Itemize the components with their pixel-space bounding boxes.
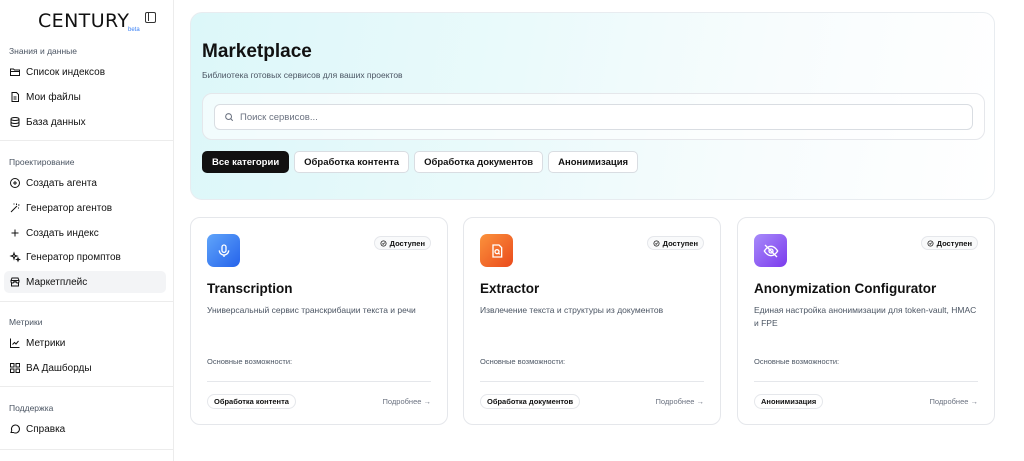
card-title: Transcription (207, 281, 293, 296)
details-link[interactable]: Подробнее → (930, 397, 978, 406)
service-card-anonymization[interactable]: Доступен Anonymization Configurator Един… (737, 217, 995, 425)
divider (0, 140, 174, 141)
sidebar-item-label: Маркетплейс (26, 276, 88, 288)
chart-line-icon (9, 337, 21, 349)
page-subtitle: Библиотека готовых сервисов для ваших пр… (202, 70, 403, 80)
dashboard-icon (9, 362, 21, 374)
card-description: Извлечение текста и структуры из докумен… (480, 305, 664, 315)
status-badge: Доступен (646, 236, 704, 250)
card-title: Extractor (480, 281, 540, 296)
status-label: Доступен (936, 238, 972, 248)
marketplace-hero: Marketplace Библиотека готовых сервисов … (190, 12, 995, 200)
category-tag: Анонимизация (754, 394, 824, 409)
card-title: Anonymization Configurator (754, 281, 937, 296)
plus-icon (9, 227, 21, 239)
search-icon (225, 113, 234, 122)
sidebar-toggle-icon[interactable] (145, 12, 156, 23)
sidebar: CENTURY beta Знания и данные Список инде… (0, 0, 174, 461)
sparkles-icon (9, 251, 21, 263)
brand-logo[interactable]: CENTURY beta (38, 10, 140, 34)
sidebar-item-database[interactable]: База данных (4, 111, 166, 133)
wand-icon (9, 202, 21, 214)
card-features-label: Основные возможности: (480, 357, 566, 366)
page-title: Marketplace (202, 41, 312, 62)
check-circle-icon (653, 240, 660, 246)
category-content-processing[interactable]: Обработка контента (294, 151, 410, 173)
group-label-knowledge: Знания и данные (9, 46, 77, 56)
status-badge: Доступен (373, 236, 431, 250)
sidebar-item-label: Создать агента (26, 177, 97, 189)
sidebar-item-label: Мои файлы (26, 91, 81, 103)
card-features-label: Основные возможности: (754, 357, 840, 366)
details-link[interactable]: Подробнее → (383, 397, 431, 406)
microphone-icon (207, 234, 240, 267)
database-icon (9, 116, 21, 128)
sidebar-item-metrics[interactable]: Метрики (4, 332, 166, 354)
sidebar-item-marketplace[interactable]: Маркетплейс (4, 271, 166, 293)
group-label-support: Поддержка (9, 403, 54, 413)
folder-icon (9, 66, 21, 78)
divider (207, 381, 431, 382)
sidebar-item-agent-generator[interactable]: Генератор агентов (4, 197, 166, 219)
card-description: Универсальный сервис транскрибации текст… (207, 305, 416, 315)
sidebar-item-index-list[interactable]: Список индексов (4, 61, 166, 83)
help-chat-icon (9, 423, 21, 435)
sidebar-item-help[interactable]: Справка (4, 418, 166, 440)
divider (0, 449, 174, 450)
sidebar-item-label: Справка (26, 423, 66, 435)
sidebar-item-label: База данных (26, 116, 86, 128)
status-label: Доступен (662, 238, 698, 248)
sidebar-item-label: BA Дашборды (26, 362, 92, 374)
sidebar-item-label: Метрики (26, 337, 66, 349)
category-anonymization[interactable]: Анонимизация (548, 151, 639, 173)
service-card-extractor[interactable]: Доступен Extractor Извлечение текста и с… (463, 217, 721, 425)
search-input[interactable] (240, 111, 940, 123)
sidebar-item-create-agent[interactable]: Создать агента (4, 172, 166, 194)
sidebar-item-label: Генератор промптов (26, 251, 121, 263)
category-tag: Обработка документов (480, 394, 581, 409)
file-icon (9, 91, 21, 103)
sidebar-item-prompt-generator[interactable]: Генератор промптов (4, 246, 166, 268)
status-label: Доступен (389, 238, 425, 248)
sidebar-item-my-files[interactable]: Мои файлы (4, 86, 166, 108)
check-circle-icon (380, 240, 387, 246)
service-card-transcription[interactable]: Доступен Transcription Универсальный сер… (190, 217, 448, 425)
plus-circle-icon (9, 177, 21, 189)
search-box[interactable] (214, 104, 973, 130)
group-label-metrics: Метрики (9, 317, 43, 327)
search-panel (202, 93, 985, 140)
status-badge: Доступен (920, 236, 978, 250)
category-filters: Все категории Обработка контента Обработ… (202, 151, 639, 173)
divider (754, 381, 978, 382)
beta-badge: beta (128, 27, 140, 33)
eye-off-icon (754, 234, 787, 267)
details-link[interactable]: Подробнее → (656, 397, 704, 406)
sidebar-item-label: Список индексов (26, 66, 106, 78)
store-icon (9, 276, 21, 288)
check-circle-icon (927, 240, 934, 246)
file-search-icon (480, 234, 513, 267)
divider (0, 301, 174, 302)
divider (0, 386, 174, 387)
group-label-design: Проектирование (9, 157, 75, 167)
sidebar-item-label: Создать индекс (26, 227, 99, 239)
divider (480, 381, 704, 382)
category-tag: Обработка контента (207, 394, 296, 409)
category-all[interactable]: Все категории (202, 151, 290, 173)
sidebar-item-create-index[interactable]: Создать индекс (4, 222, 166, 244)
card-features-label: Основные возможности: (207, 357, 293, 366)
sidebar-item-label: Генератор агентов (26, 202, 113, 214)
category-document-processing[interactable]: Обработка документов (414, 151, 544, 173)
brand-name: CENTURY (38, 10, 130, 32)
sidebar-item-ba-dashboards[interactable]: BA Дашборды (4, 357, 166, 379)
card-description: Единая настройка анонимизации для token-… (754, 305, 977, 328)
